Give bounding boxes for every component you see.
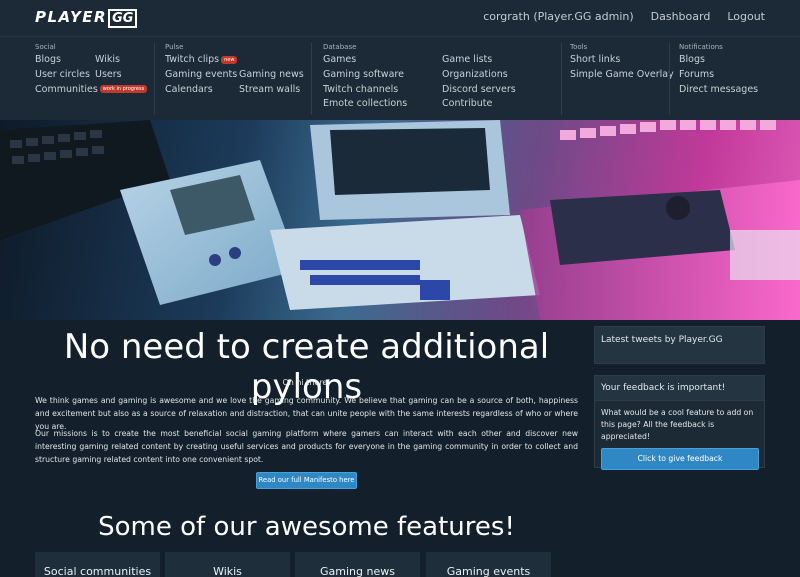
menu-item-stream-walls[interactable]: Stream walls (239, 84, 304, 96)
menu-social: Social Blogs Wikis User circles Users Co… (35, 43, 148, 96)
tweets-panel-title: Latest tweets by Player.GG (595, 327, 764, 363)
menu-social-title: Social (35, 43, 56, 51)
tweets-panel: Latest tweets by Player.GG (594, 326, 765, 364)
menu-pulse-title: Pulse (165, 43, 184, 51)
give-feedback-button[interactable]: Click to give feedback (601, 448, 759, 470)
site-logo[interactable]: PLAYER GG (35, 8, 138, 28)
menu-item-short-links[interactable]: Short links (570, 54, 674, 66)
menu-item-gaming-software[interactable]: Gaming software (323, 69, 430, 81)
menu-item-communities-label: Communities (35, 83, 98, 95)
menu-notifications: Notifications Blogs Forums Direct messag… (679, 43, 758, 95)
menu-notifications-title: Notifications (679, 43, 723, 51)
menu-item-calendars[interactable]: Calendars (165, 84, 227, 96)
work-in-progress-badge: work in progress (99, 85, 148, 94)
menu-item-games[interactable]: Games (323, 54, 430, 66)
menu-item-emote-collections[interactable]: Emote collections (323, 98, 430, 110)
menu-item-blogs[interactable]: Blogs (35, 54, 83, 66)
top-nav: corgrath (Player.GG admin) Dashboard Log… (483, 10, 765, 23)
mission-paragraph: Our missions is to create the most benef… (35, 429, 578, 464)
feature-card-gaming-events[interactable]: Gaming events (426, 552, 551, 577)
feature-card-gaming-news[interactable]: Gaming news (295, 552, 420, 577)
menu-divider (154, 43, 155, 115)
manifesto-button[interactable]: Read our full Manifesto here (256, 472, 357, 489)
feedback-text: What would be a cool feature to add on t… (601, 408, 754, 441)
greeting-text: Oh hi there! (282, 378, 331, 387)
menu-item-twitch-channels[interactable]: Twitch channels (323, 84, 430, 96)
menu-item-gaming-news[interactable]: Gaming news (239, 69, 304, 81)
new-badge: new (221, 55, 238, 64)
features-title: Some of our awesome features! (98, 512, 515, 542)
feature-card-social-communities[interactable]: Social communities (35, 552, 160, 577)
feature-card-wikis[interactable]: Wikis (165, 552, 290, 577)
menu-item-twitch-clips-label: Twitch clips (165, 54, 220, 65)
menu-item-wikis[interactable]: Wikis (95, 54, 147, 66)
menu-item-notif-forums[interactable]: Forums (679, 69, 758, 81)
feedback-panel-title: Your feedback is important! (595, 376, 764, 401)
menu-item-contribute[interactable]: Contribute (442, 98, 516, 110)
dashboard-link[interactable]: Dashboard (651, 10, 711, 23)
menu-item-twitch-clips[interactable]: Twitch clips new (165, 54, 238, 66)
logout-link[interactable]: Logout (727, 10, 765, 23)
menu-database-title: Database (323, 43, 357, 51)
menu-item-direct-messages[interactable]: Direct messages (679, 84, 758, 96)
menu-item-notif-blogs[interactable]: Blogs (679, 54, 758, 66)
logo-text: PLAYER (35, 8, 108, 26)
menu-divider (561, 43, 562, 115)
top-bar: PLAYER GG corgrath (Player.GG admin) Dash… (0, 0, 800, 36)
menu-item-gaming-events[interactable]: Gaming events (165, 69, 237, 81)
menu-empty-cell (239, 54, 304, 66)
menu-divider (311, 43, 312, 115)
mega-menu: Social Blogs Wikis User circles Users Co… (0, 36, 800, 120)
menu-item-organizations[interactable]: Organizations (442, 69, 516, 81)
menu-tools: Tools Short links Simple Game Overlay (570, 43, 674, 81)
logo-gg: GG (108, 9, 138, 28)
hero-image (0, 120, 800, 320)
menu-pulse: Pulse Twitch clips new Gaming events Gami… (165, 43, 304, 95)
menu-item-user-circles[interactable]: User circles (35, 69, 90, 81)
menu-item-users[interactable]: Users (95, 69, 147, 81)
menu-item-simple-game-overlay[interactable]: Simple Game Overlay (570, 69, 674, 81)
menu-item-communities[interactable]: Communities work in progress (35, 83, 148, 96)
menu-database: Database Games Game lists Gaming softwar… (323, 43, 516, 110)
menu-item-discord-servers[interactable]: Discord servers (442, 84, 516, 96)
feedback-panel-body: What would be a cool feature to add on t… (595, 401, 764, 476)
menu-item-game-lists[interactable]: Game lists (442, 54, 516, 66)
menu-divider (669, 43, 670, 115)
menu-tools-title: Tools (570, 43, 588, 51)
feedback-panel: Your feedback is important! What would b… (594, 375, 765, 470)
retro-computers-illustration (0, 120, 800, 320)
user-menu-link[interactable]: corgrath (Player.GG admin) (483, 10, 633, 23)
